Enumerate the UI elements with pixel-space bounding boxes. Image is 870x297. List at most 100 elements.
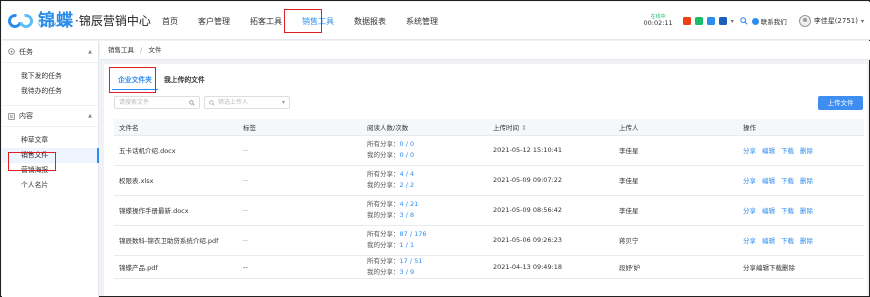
all-shares-value[interactable]: 4 / 4 — [400, 170, 415, 178]
op-edit-link[interactable]: 编辑 — [762, 177, 775, 185]
sidebar-section-tasks[interactable]: 任务 ▲ — [2, 41, 98, 63]
nav-reports[interactable]: 数据报表 — [344, 2, 396, 40]
blue-app-icon[interactable] — [706, 17, 715, 25]
my-shares-line: 我的分享：0 / 0 — [367, 150, 488, 161]
avatar — [798, 15, 811, 27]
logo-domain: SZCRM.COM — [38, 22, 72, 27]
contact-us-link[interactable]: 联系我们 — [751, 16, 787, 26]
file-search-placeholder: 请搜索文件 — [119, 99, 150, 106]
op-download-link[interactable]: 下载 — [781, 177, 794, 185]
filter-search-icon — [209, 99, 215, 106]
filter-bar: 请搜索文件 筛选上传人 ▾ — [114, 96, 294, 109]
op-edit-link[interactable]: 编辑 — [762, 147, 775, 155]
file-search-input[interactable]: 请搜索文件 — [114, 96, 200, 109]
search-icon[interactable] — [739, 17, 748, 25]
breadcrumb: 销售工具 / 文件 — [100, 41, 870, 60]
uploader-filter-placeholder: 筛选上传人 — [218, 99, 249, 106]
op-share-link[interactable]: 分享 — [743, 264, 756, 272]
op-edit-link[interactable]: 编辑 — [756, 264, 769, 272]
sidebar-section-content[interactable]: 内容 ▲ — [2, 105, 98, 127]
tag-cell: -- — [238, 255, 362, 279]
op-share-link[interactable]: 分享 — [743, 177, 756, 185]
user-menu[interactable]: 李佳星(2751) ▾ — [798, 15, 864, 27]
my-shares-value[interactable]: 3 / 8 — [400, 211, 415, 219]
sidebar-item-my-todo-tasks[interactable]: 我待办的任务 — [2, 84, 98, 99]
all-shares-value[interactable]: 87 / 176 — [400, 230, 427, 238]
collapse-arrow-icon[interactable]: ▲ — [88, 49, 92, 55]
nav-home[interactable]: 首页 — [152, 2, 188, 40]
op-download-link[interactable]: 下载 — [781, 147, 794, 155]
op-delete-link[interactable]: 删除 — [800, 147, 813, 155]
op-delete-link[interactable]: 删除 — [800, 237, 813, 245]
op-delete-link[interactable]: 删除 — [782, 264, 795, 272]
op-download-link[interactable]: 下载 — [781, 237, 794, 245]
file-name-cell[interactable]: 锦蝶产品.pdf — [114, 255, 238, 279]
collapse-arrow-icon[interactable]: ▲ — [88, 113, 92, 119]
red-app-icon[interactable] — [682, 17, 691, 25]
search-icon[interactable] — [189, 99, 195, 106]
col-file-name: 文件名 — [114, 119, 238, 136]
online-timer: 00:02:11 — [643, 19, 673, 28]
contact-icon — [751, 17, 759, 25]
sidebar-item-articles[interactable]: 种草文章 — [2, 133, 98, 148]
all-shares-value[interactable]: 4 / 21 — [400, 200, 419, 208]
all-shares-value[interactable]: 17 / 51 — [400, 257, 423, 265]
logo[interactable]: 锦蝶 ·锦辰营销中心 — [5, 10, 151, 32]
all-shares-value[interactable]: 0 / 0 — [400, 140, 415, 148]
my-shares-value[interactable]: 1 / 1 — [400, 241, 415, 249]
upload-file-button[interactable]: 上传文件 — [818, 96, 863, 110]
my-shares-label: 我的分享： — [367, 241, 400, 249]
op-share-link[interactable]: 分享 — [743, 147, 756, 155]
my-shares-label: 我的分享： — [367, 267, 400, 276]
op-edit-link[interactable]: 编辑 — [762, 207, 775, 215]
breadcrumb-separator: / — [140, 46, 143, 54]
col-upload-time-label: 上传时间 — [493, 123, 519, 132]
main-content: 企业文件夹 我上传的文件 请搜索文件 筛选上传人 ▾ 上传文件 文件名 标签 阅… — [104, 64, 867, 296]
my-shares-value[interactable]: 0 / 0 — [400, 151, 415, 159]
all-shares-line: 所有分享：17 / 51 — [367, 256, 488, 267]
my-shares-label: 我的分享： — [367, 151, 400, 159]
col-upload-time[interactable]: 上传时间 ⇕ — [488, 119, 614, 136]
my-shares-line: 我的分享：2 / 2 — [367, 180, 488, 191]
online-status: 在线中 00:02:11 — [643, 14, 673, 28]
all-shares-label: 所有分享： — [367, 140, 400, 148]
op-download-link[interactable]: 下载 — [781, 207, 794, 215]
col-tag: 标签 — [238, 119, 362, 136]
my-shares-value[interactable]: 2 / 2 — [400, 181, 415, 189]
breadcrumb-current: 文件 — [148, 46, 162, 54]
sidebar-item-business-card[interactable]: 个人名片 — [2, 178, 98, 193]
uploader-filter-select[interactable]: 筛选上传人 ▾ — [204, 96, 290, 109]
all-shares-label: 所有分享： — [367, 170, 400, 178]
op-delete-link[interactable]: 删除 — [800, 177, 813, 185]
my-shares-value[interactable]: 3 / 9 — [400, 268, 415, 276]
contact-us-label: 联系我们 — [760, 18, 787, 26]
file-table: 文件名 标签 阅读人数/次数 上传时间 ⇕ 上传人 操作 五卡话机介绍.docx… — [114, 119, 864, 279]
green-app-icon[interactable] — [694, 17, 703, 25]
nav-system[interactable]: 系统管理 — [396, 2, 448, 40]
file-name-cell[interactable]: 权限表.xlsx — [114, 165, 238, 196]
breadcrumb-parent[interactable]: 销售工具 — [108, 46, 134, 54]
all-shares-line: 所有分享：0 / 0 — [367, 139, 488, 150]
uploader-cell: 蒋贝宁 — [614, 225, 738, 256]
readers-cell: 所有分享：17 / 51 我的分享：3 / 9 — [362, 255, 488, 279]
file-name-cell[interactable]: 锦辰数科-锦衣卫助贷系统介绍.pdf — [114, 225, 238, 256]
op-download-link[interactable]: 下载 — [769, 264, 782, 272]
op-share-link[interactable]: 分享 — [743, 237, 756, 245]
sort-icon[interactable]: ⇕ — [521, 124, 526, 132]
operations-cell: 分享编辑下载删除 — [738, 255, 864, 279]
file-name-cell[interactable]: 锦蝶操作手册最新.docx — [114, 195, 238, 226]
content-icon — [8, 112, 15, 120]
tab-my-uploads[interactable]: 我上传的文件 — [158, 72, 211, 90]
op-share-link[interactable]: 分享 — [743, 207, 756, 215]
sidebar-item-my-issued-tasks[interactable]: 我下发的任务 — [2, 69, 98, 84]
nav-highlight-box — [284, 9, 322, 33]
file-name-cell[interactable]: 五卡话机介绍.docx — [114, 135, 238, 166]
navy-app-icon[interactable] — [718, 17, 727, 25]
table-header-row: 文件名 标签 阅读人数/次数 上传时间 ⇕ 上传人 操作 — [114, 119, 864, 136]
apps-dropdown-icon[interactable]: ▾ — [731, 18, 734, 25]
op-delete-link[interactable]: 删除 — [800, 207, 813, 215]
op-edit-link[interactable]: 编辑 — [762, 237, 775, 245]
my-shares-line: 我的分享：3 / 9 — [367, 267, 488, 278]
task-icon — [8, 48, 15, 55]
nav-customers[interactable]: 客户管理 — [188, 2, 240, 40]
